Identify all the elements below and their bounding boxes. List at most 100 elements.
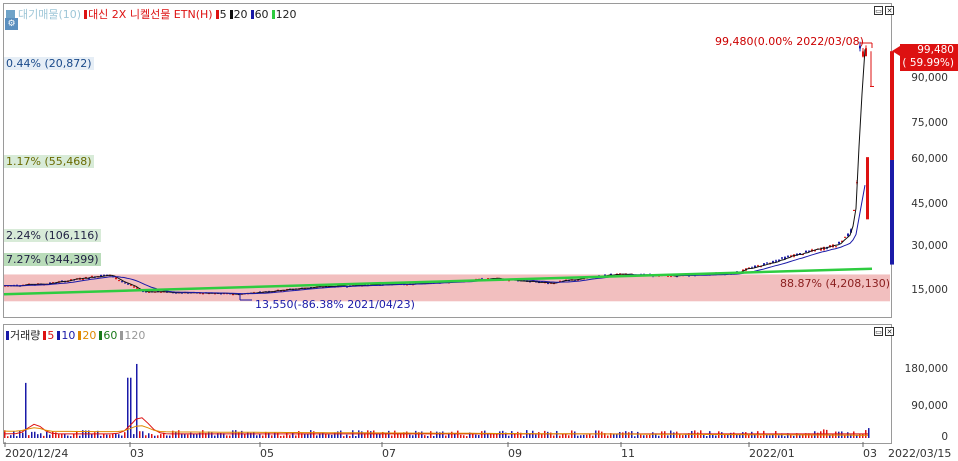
volume-bar <box>214 435 216 438</box>
volume-bar <box>706 436 708 438</box>
volume-axis-label: 0 <box>941 431 948 443</box>
volume-bar <box>766 434 768 438</box>
volume-bar <box>409 434 411 438</box>
volume-bar <box>22 432 24 438</box>
volume-bar <box>46 431 48 438</box>
volume-bar <box>283 435 285 438</box>
volume-bar <box>334 432 336 438</box>
volume-bar <box>343 436 345 438</box>
volume-bar <box>238 431 240 438</box>
volume-bar <box>496 434 498 438</box>
volume-bar <box>103 433 105 438</box>
volume-bar <box>583 434 585 438</box>
volume-bar <box>574 431 576 438</box>
volume-bar <box>151 434 153 438</box>
volume-bar <box>622 432 624 438</box>
price-candle <box>787 256 789 258</box>
price-candle <box>127 283 129 285</box>
x-axis-label: 2022/03/15 <box>888 447 952 460</box>
volume-bar <box>187 434 189 438</box>
volume-bar <box>76 430 78 438</box>
volume-bar <box>262 435 264 438</box>
volume-bar <box>427 435 429 438</box>
volume-bar <box>292 432 294 438</box>
volume-bar <box>562 433 564 438</box>
price-candle <box>862 51 864 57</box>
volume-bar <box>715 435 717 438</box>
volume-bar <box>295 435 297 438</box>
volume-bar <box>517 431 519 438</box>
volume-bar <box>703 435 705 438</box>
volume-bar <box>556 430 558 438</box>
volume-bar <box>502 430 504 438</box>
x-axis-label: 03 <box>863 447 877 460</box>
volume-bar <box>799 435 801 438</box>
volume-bar <box>169 435 171 438</box>
volume-bar <box>514 434 516 438</box>
volume-bar <box>478 435 480 438</box>
volume-bar <box>43 435 45 438</box>
volume-bar <box>406 431 408 438</box>
volume-bar <box>415 430 417 438</box>
volume-bar <box>481 431 483 438</box>
price-candle <box>118 280 120 282</box>
volume-bar <box>499 431 501 438</box>
volume-bar <box>118 434 120 438</box>
volume-bar <box>442 431 444 438</box>
volume-bar <box>568 435 570 438</box>
volume-bar <box>49 434 51 438</box>
volume-bar <box>322 432 324 438</box>
volume-bar <box>112 433 114 438</box>
price-axis-label: 90,000 <box>911 72 948 84</box>
volume-bar <box>844 435 846 438</box>
volume-bar <box>40 433 42 438</box>
volume-bar <box>640 434 642 438</box>
volume-bar <box>19 430 21 438</box>
volume-bar <box>433 436 435 438</box>
volume-bar <box>685 434 687 438</box>
chart-plot <box>3 41 894 447</box>
volume-bar <box>652 432 654 438</box>
volume-bar <box>142 431 144 438</box>
volume-bar <box>391 435 393 438</box>
volume-bar <box>256 435 258 438</box>
volume-bar <box>577 435 579 438</box>
volume-bar <box>259 434 261 438</box>
volume-bar <box>139 431 141 438</box>
price-axis-label: 15,000 <box>911 284 948 296</box>
price-candle <box>766 262 768 264</box>
volume-bar <box>493 434 495 438</box>
volume-bar <box>643 435 645 438</box>
volume-bar <box>628 432 630 438</box>
volume-bar <box>553 435 555 438</box>
price-candle <box>853 209 855 211</box>
volume-bar <box>70 436 72 438</box>
volume-bar <box>136 363 138 438</box>
x-axis-label: 03 <box>130 447 144 460</box>
volume-bar <box>616 434 618 438</box>
volume-bar <box>94 432 96 438</box>
volume-bar <box>559 435 561 438</box>
volume-axis: 180,000 90,000 0 <box>892 324 958 444</box>
volume-bar <box>376 433 378 438</box>
volume-bar <box>115 433 117 438</box>
price-candle <box>838 241 840 244</box>
price-candle <box>781 257 783 259</box>
volume-bar <box>316 435 318 438</box>
volume-ma5-line <box>3 417 868 435</box>
price-axis-label: 45,000 <box>911 198 948 210</box>
price-candle <box>775 260 777 262</box>
volume-bar <box>421 431 423 438</box>
volume-bar <box>289 435 291 438</box>
volume-bar <box>286 432 288 438</box>
volume-bar <box>31 431 33 438</box>
volume-bar <box>121 435 123 438</box>
price-axis-label: 60,000 <box>911 153 948 165</box>
price-candle <box>844 236 846 238</box>
volume-bar <box>463 435 465 438</box>
volume-bar <box>613 434 615 438</box>
volume-bar <box>760 435 762 438</box>
volume-bar <box>727 434 729 438</box>
volume-bar <box>13 431 15 438</box>
volume-bar <box>106 434 108 438</box>
